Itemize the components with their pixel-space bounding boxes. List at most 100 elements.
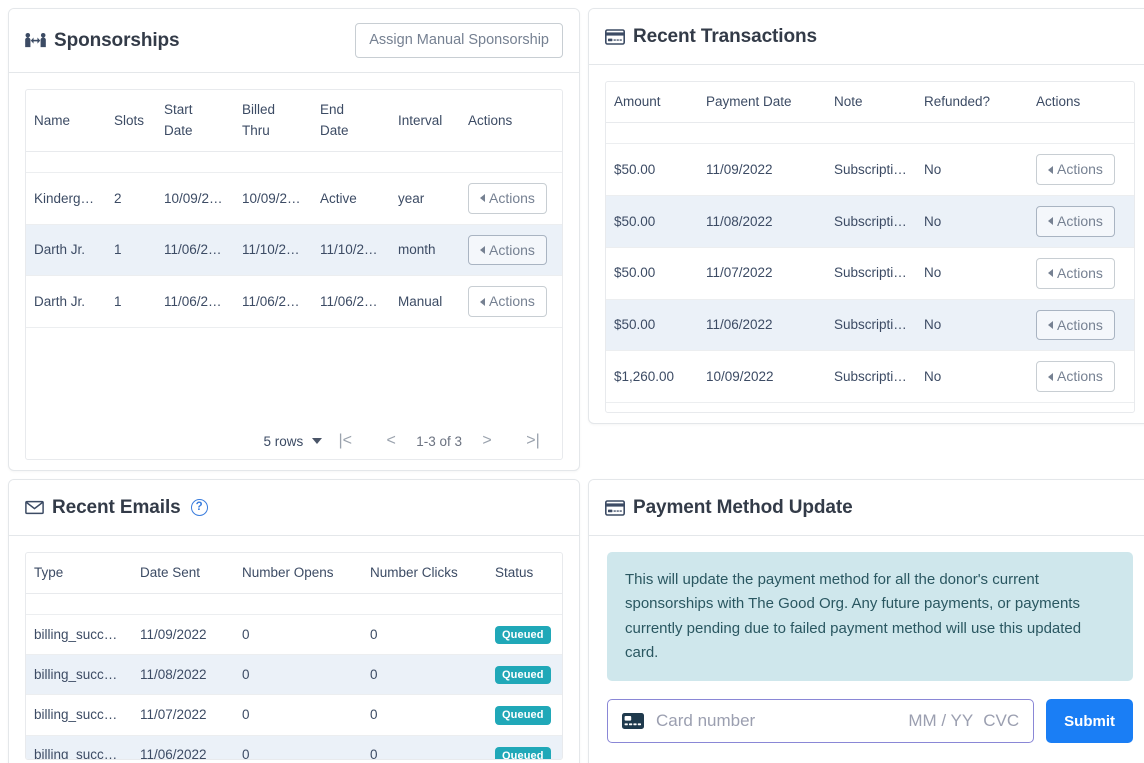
- row-actions-label: Actions: [1057, 213, 1103, 230]
- col-number-clicks[interactable]: Number Clicks: [362, 553, 487, 594]
- caret-left-icon: [480, 246, 485, 254]
- row-actions-button[interactable]: Actions: [1036, 258, 1115, 289]
- cell-date-sent: 11/08/2022: [132, 655, 234, 695]
- caret-left-icon: [1048, 217, 1053, 225]
- col-refunded[interactable]: Refunded?: [916, 82, 1028, 123]
- payment-header: Payment Method Update: [589, 480, 1144, 536]
- cell-payment-date: 11/08/2022: [698, 196, 826, 248]
- status-badge: Queued: [495, 666, 551, 684]
- emails-table-head: Type Date Sent Number Opens Number Click…: [26, 553, 562, 594]
- first-page-button[interactable]: |<: [322, 433, 368, 449]
- col-billed-thru[interactable]: Billed Thru: [234, 90, 312, 151]
- col-amount[interactable]: Amount: [606, 82, 698, 123]
- card-number-input[interactable]: Card number MM / YY CVC: [607, 699, 1034, 743]
- col-type[interactable]: Type: [26, 553, 132, 594]
- cell-amount: $50.00: [606, 299, 698, 351]
- table-row[interactable]: Darth Jr. 1 11/06/2022 11/06/2022 11/06/…: [26, 276, 562, 328]
- cell-note: Subscription: [826, 247, 916, 299]
- people-arrows-icon: [25, 32, 46, 49]
- cell-interval: year: [390, 172, 460, 224]
- next-page-button[interactable]: >: [464, 433, 510, 449]
- emails-title-group: Recent Emails ?: [25, 498, 208, 517]
- list-item[interactable]: billing_success 11/06/2022 0 0 Queued: [26, 735, 562, 760]
- sponsorships-table: Name Slots Start Date Billed Thru: [26, 90, 562, 328]
- col-number-opens[interactable]: Number Opens: [234, 553, 362, 594]
- sponsorships-title: Sponsorships: [54, 31, 179, 50]
- cell-interval: month: [390, 224, 460, 276]
- cell-actions: Actions: [460, 224, 562, 276]
- prev-page-button[interactable]: <: [368, 433, 414, 449]
- cell-status: Queued: [487, 735, 562, 760]
- col-start-date[interactable]: Start Date: [156, 90, 234, 151]
- col-actions[interactable]: Actions: [1028, 82, 1134, 123]
- col-interval[interactable]: Interval: [390, 90, 460, 151]
- row-actions-label: Actions: [1057, 161, 1103, 178]
- cell-payment-date: 11/07/2022: [698, 247, 826, 299]
- cell-clicks: 0: [362, 615, 487, 655]
- cell-actions: Actions: [1028, 299, 1134, 351]
- cell-type: billing_success: [26, 615, 132, 655]
- rows-per-page-label: 5 rows: [263, 434, 303, 449]
- cell-clicks: 0: [362, 735, 487, 760]
- cell-opens: 0: [234, 695, 362, 735]
- emails-table: Type Date Sent Number Opens Number Click…: [26, 553, 562, 760]
- list-item[interactable]: billing_success 11/07/2022 0 0 Queued: [26, 695, 562, 735]
- table-filter-row: [26, 151, 562, 172]
- col-status[interactable]: Status: [487, 553, 562, 594]
- col-date-sent[interactable]: Date Sent: [132, 553, 234, 594]
- cell-name: Kindergarten: [26, 172, 106, 224]
- row-actions-button[interactable]: Actions: [468, 286, 547, 317]
- transactions-table-head: Amount Payment Date Note Refunded? Actio…: [606, 82, 1134, 123]
- row-actions-button[interactable]: Actions: [1036, 154, 1115, 185]
- credit-card-icon: [605, 500, 625, 516]
- cell-amount: $1,260.00: [606, 351, 698, 403]
- transactions-table: Amount Payment Date Note Refunded? Actio…: [606, 82, 1134, 403]
- cell-refunded: No: [916, 351, 1028, 403]
- cell-amount: $50.00: [606, 196, 698, 248]
- table-filter-row: [606, 123, 1134, 144]
- cell-opens: 0: [234, 655, 362, 695]
- table-row[interactable]: Kindergarten 2 10/09/2021 10/09/2023 Act…: [26, 172, 562, 224]
- cell-actions: Actions: [1028, 247, 1134, 299]
- cell-actions: Actions: [460, 276, 562, 328]
- payment-info-banner: This will update the payment method for …: [607, 552, 1133, 681]
- cell-type: billing_success: [26, 655, 132, 695]
- list-item[interactable]: billing_success 11/08/2022 0 0 Queued: [26, 655, 562, 695]
- row-actions-button[interactable]: Actions: [468, 235, 547, 266]
- cell-slots: 1: [106, 276, 156, 328]
- transactions-table-wrapper: Amount Payment Date Note Refunded? Actio…: [605, 81, 1135, 413]
- table-row[interactable]: $50.00 11/09/2022 Subscription No Action…: [606, 144, 1134, 196]
- table-row[interactable]: $50.00 11/07/2022 Subscription No Action…: [606, 247, 1134, 299]
- cell-amount: $50.00: [606, 144, 698, 196]
- row-actions-button[interactable]: Actions: [468, 183, 547, 214]
- col-actions[interactable]: Actions: [460, 90, 562, 151]
- list-item[interactable]: billing_success 11/09/2022 0 0 Queued: [26, 615, 562, 655]
- row-actions-button[interactable]: Actions: [1036, 206, 1115, 237]
- col-payment-date[interactable]: Payment Date: [698, 82, 826, 123]
- cell-opens: 0: [234, 735, 362, 760]
- table-row[interactable]: $50.00 11/06/2022 Subscription No Action…: [606, 299, 1134, 351]
- cell-billed-thru: 11/06/2022: [234, 276, 312, 328]
- dashboard-page: Sponsorships Assign Manual Sponsorship N…: [0, 0, 1144, 763]
- col-slots[interactable]: Slots: [106, 90, 156, 151]
- row-actions-button[interactable]: Actions: [1036, 361, 1115, 392]
- status-badge: Queued: [495, 706, 551, 724]
- card-cvc-placeholder: CVC: [983, 711, 1019, 731]
- emails-title: Recent Emails: [52, 498, 181, 517]
- col-name[interactable]: Name: [26, 90, 106, 151]
- assign-manual-sponsorship-button[interactable]: Assign Manual Sponsorship: [355, 23, 563, 58]
- col-end-date[interactable]: End Date: [312, 90, 390, 151]
- table-row[interactable]: Darth Jr. 1 11/06/2022 11/10/2022 11/10/…: [26, 224, 562, 276]
- row-actions-button[interactable]: Actions: [1036, 310, 1115, 341]
- cell-end-date: 11/10/2022: [312, 224, 390, 276]
- cell-actions: Actions: [460, 172, 562, 224]
- cell-payment-date: 11/06/2022: [698, 299, 826, 351]
- submit-button[interactable]: Submit: [1046, 699, 1133, 743]
- last-page-button[interactable]: >|: [510, 433, 556, 449]
- question-circle-icon[interactable]: ?: [191, 499, 208, 516]
- cell-status: Queued: [487, 695, 562, 735]
- rows-per-page-select[interactable]: 5 rows: [263, 434, 322, 449]
- table-row[interactable]: $1,260.00 10/09/2022 Subscription No Act…: [606, 351, 1134, 403]
- col-note[interactable]: Note: [826, 82, 916, 123]
- table-row[interactable]: $50.00 11/08/2022 Subscription No Action…: [606, 196, 1134, 248]
